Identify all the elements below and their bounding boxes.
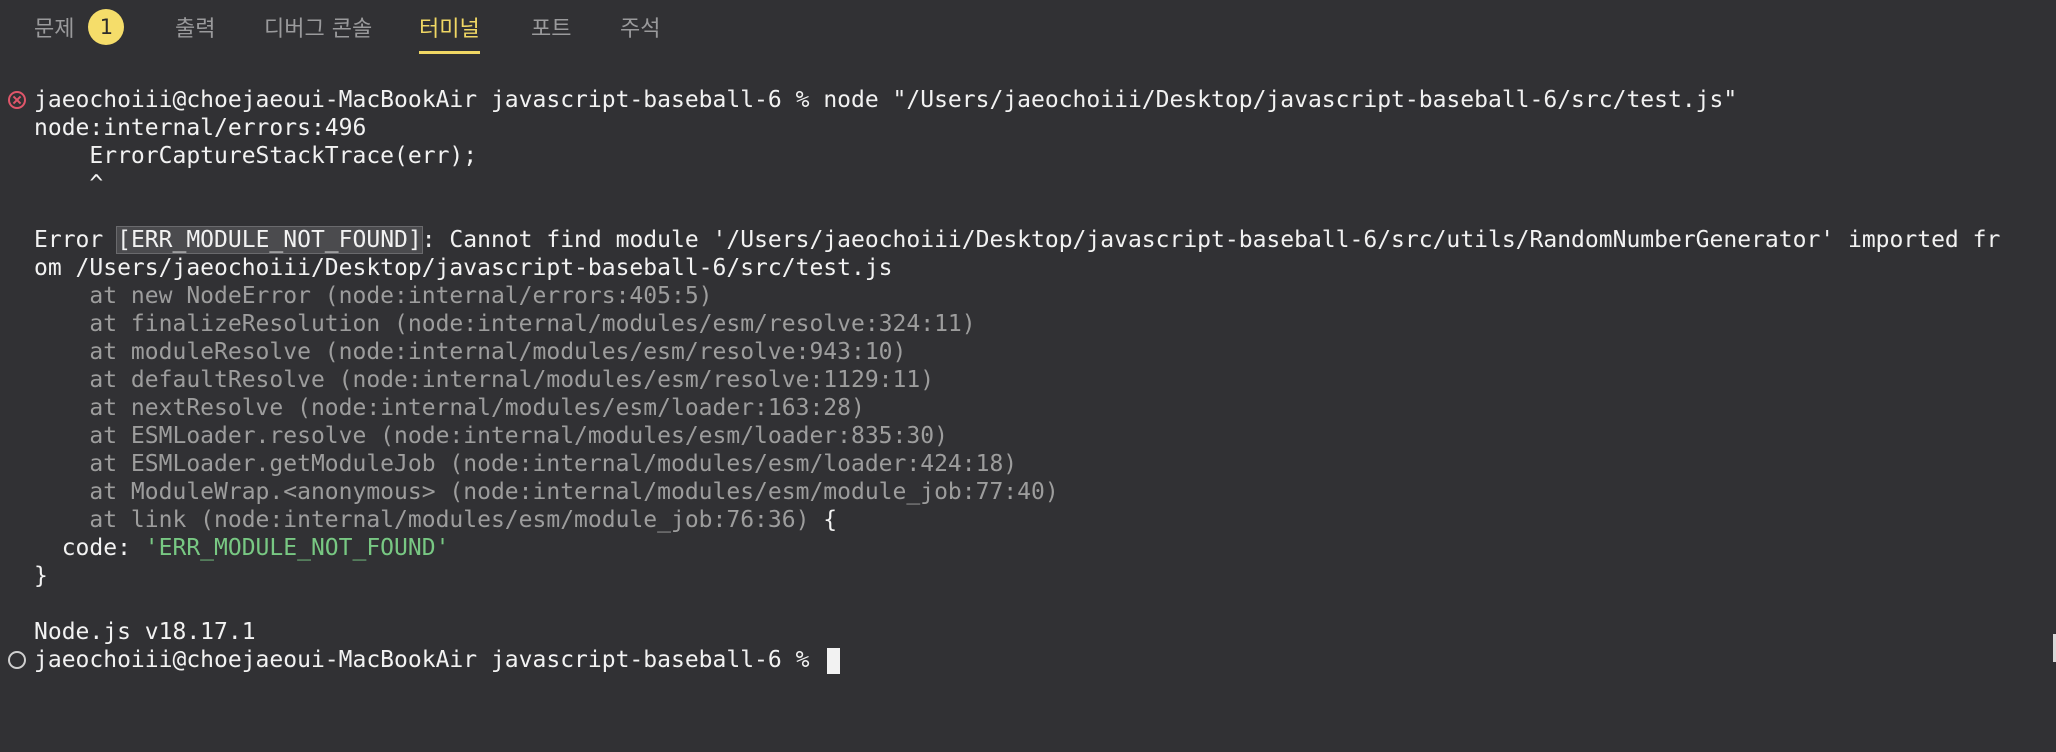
tab-comments-label: 주석	[620, 17, 661, 42]
command-text: node "/Users/jaeochoiii/Desktop/javascri…	[823, 87, 1738, 113]
tab-output-label: 출력	[175, 17, 216, 42]
terminal-output[interactable]: jaeochoiii@choejaeoui-MacBookAir javascr…	[0, 86, 2056, 726]
stack-frame: at ModuleWrap.<anonymous> (node:internal…	[34, 479, 1059, 505]
tab-debug-console[interactable]: 디버그 콘솔	[264, 0, 372, 54]
terminal-cursor	[827, 647, 841, 674]
panel-tab-bar: 문제 1 출력 디버그 콘솔 터미널 포트 주석	[0, 0, 2056, 54]
current-prompt-line[interactable]: jaeochoiii@choejaeoui-MacBookAir javascr…	[34, 646, 841, 674]
stack-frame: at finalizeResolution (node:internal/mod…	[34, 311, 976, 337]
command-line: jaeochoiii@choejaeoui-MacBookAir javascr…	[34, 86, 1737, 114]
stack-frame: at defaultResolve (node:internal/modules…	[34, 367, 935, 393]
tab-problems-label: 문제	[34, 17, 75, 42]
error-location-line: node:internal/errors:496	[34, 115, 367, 141]
stack-frame: at ESMLoader.getModuleJob (node:internal…	[34, 451, 1018, 477]
error-prefix: Error	[34, 227, 118, 253]
code-value: 'ERR_MODULE_NOT_FOUND'	[144, 535, 450, 561]
error-circle-icon[interactable]	[8, 91, 26, 109]
stack-frame: at moduleResolve (node:internal/modules/…	[34, 339, 907, 365]
tab-debug-console-label: 디버그 콘솔	[264, 17, 373, 42]
error-message-text: : Cannot find module '/Users/jaeochoiii/…	[421, 227, 2001, 253]
command-prompt: jaeochoiii@choejaeoui-MacBookAir javascr…	[34, 87, 810, 113]
stack-tail-brace: {	[809, 507, 838, 533]
stack-frame-last: at link (node:internal/modules/esm/modul…	[34, 506, 837, 534]
stack-frame: at new NodeError (node:internal/errors:4…	[34, 283, 713, 309]
tab-problems[interactable]: 문제 1	[34, 0, 125, 54]
error-source-line: ErrorCaptureStackTrace(err);	[34, 143, 478, 169]
error-code-highlight: [ERR_MODULE_NOT_FOUND]	[116, 226, 423, 254]
stack-frame: at nextResolve (node:internal/modules/es…	[34, 395, 865, 421]
error-message-line: Error [ERR_MODULE_NOT_FOUND]: Cannot fin…	[34, 226, 2000, 254]
tab-terminal-label: 터미널	[419, 17, 480, 42]
success-circle-icon[interactable]	[8, 651, 26, 669]
error-code-property: code: 'ERR_MODULE_NOT_FOUND'	[34, 534, 450, 562]
code-key: code:	[34, 535, 145, 561]
tab-ports[interactable]: 포트	[531, 0, 571, 54]
error-caret-line: ^	[34, 171, 104, 197]
problems-count-badge: 1	[88, 9, 125, 45]
stack-frame: at ESMLoader.resolve (node:internal/modu…	[34, 423, 948, 449]
closing-brace: }	[34, 563, 48, 589]
stack-frame: at link (node:internal/modules/esm/modul…	[34, 507, 810, 533]
tab-comments[interactable]: 주석	[620, 0, 660, 54]
node-version: Node.js v18.17.1	[34, 619, 256, 645]
current-prompt: jaeochoiii@choejaeoui-MacBookAir javascr…	[34, 647, 810, 673]
error-message-continuation: om /Users/jaeochoiii/Desktop/javascript-…	[34, 255, 893, 281]
tab-ports-label: 포트	[531, 17, 572, 42]
tab-terminal[interactable]: 터미널	[419, 0, 480, 54]
tab-output[interactable]: 출력	[175, 0, 215, 54]
